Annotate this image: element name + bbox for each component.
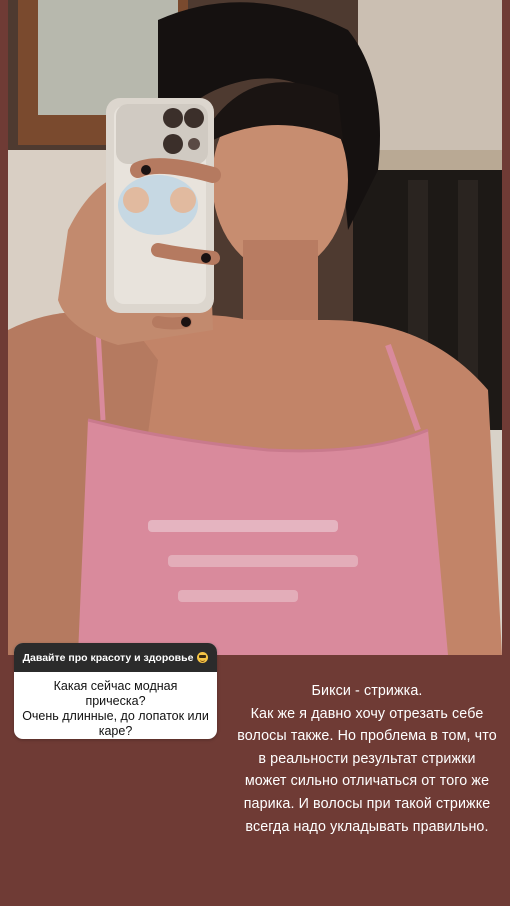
question-line: Какая сейчас модная прическа?	[53, 679, 178, 708]
question-sticker-header: Давайте про красоту и здоровье	[14, 643, 217, 672]
story-frame: Давайте про красоту и здоровье Какая сей…	[0, 0, 510, 906]
answer-line: в реальности результат стрижки	[258, 750, 476, 767]
question-line: каре?	[98, 724, 133, 738]
answer-line: может сильно отличаться от того же	[244, 773, 490, 790]
question-sticker-title: Давайте про красоту и здоровье	[22, 651, 194, 664]
question-line: Очень длинные, до лопаток или	[22, 709, 209, 723]
answer-line: парика. И волосы при такой стрижке	[243, 795, 491, 812]
question-text: Какая сейчас модная прическа? Очень длин…	[14, 672, 217, 739]
answer-line: Как же я давно хочу отрезать себе	[250, 705, 484, 722]
answer-line: Бикси - стрижка.	[311, 683, 423, 699]
sunglasses-face-icon	[197, 652, 209, 663]
question-sticker: Давайте про красоту и здоровье Какая сей…	[14, 643, 217, 739]
answer-text: Бикси - стрижка. Как же я давно хочу отр…	[236, 680, 498, 838]
answer-line: всегда надо укладывать правильно.	[245, 818, 489, 835]
mirror-selfie-photo	[8, 0, 502, 655]
answer-line: волосы также. Но проблема в том, что	[237, 728, 497, 745]
